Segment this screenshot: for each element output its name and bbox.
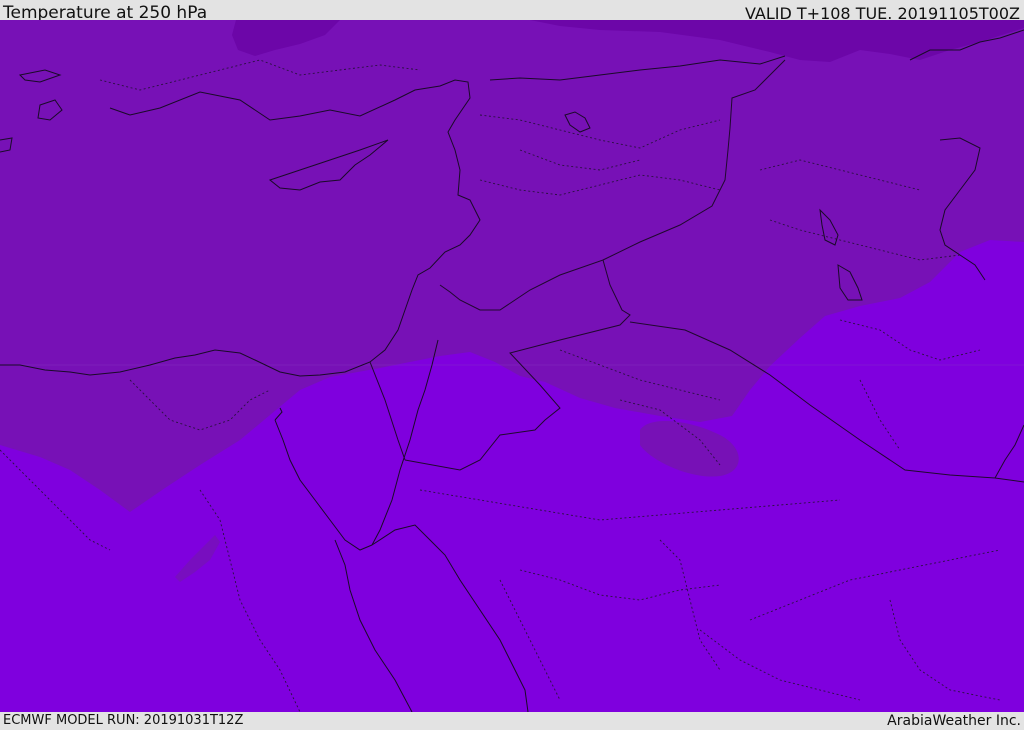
temperature-map [0,20,1024,712]
model-run-label: ECMWF MODEL RUN: 20191031T12Z [3,713,244,728]
credit-label: ArabiaWeather Inc. [887,713,1021,729]
